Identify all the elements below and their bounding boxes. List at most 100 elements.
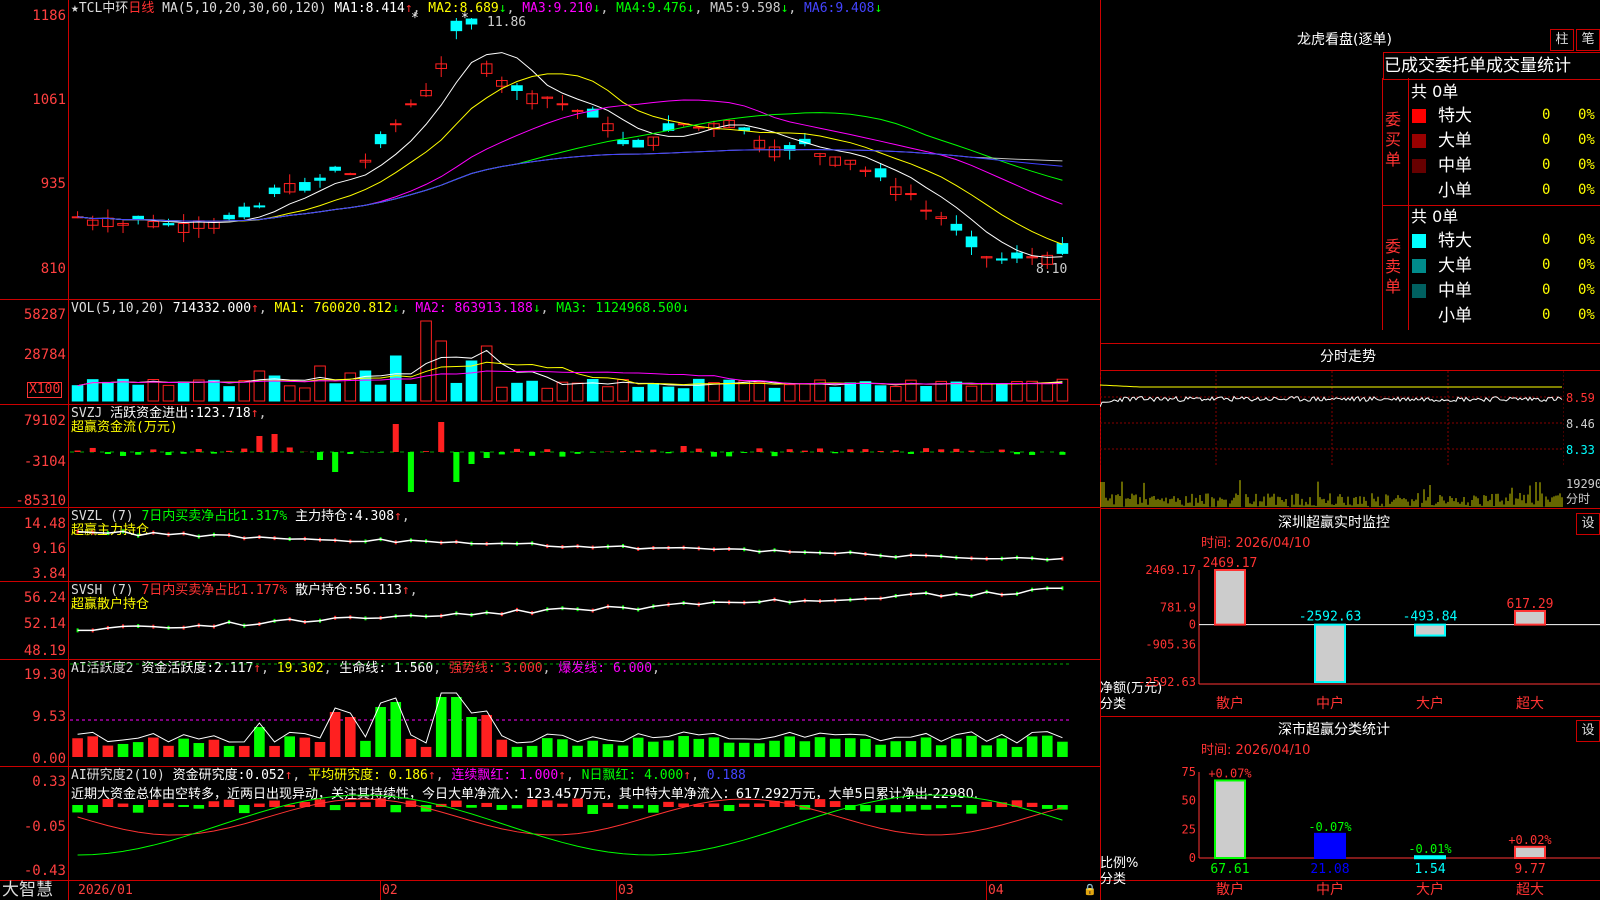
sell-row-name: 中单 bbox=[1438, 281, 1472, 301]
activity-bar bbox=[238, 745, 250, 757]
research-bar bbox=[663, 801, 674, 807]
flow-bar bbox=[498, 452, 505, 455]
monitor-bar-label: 2469.17 bbox=[1203, 556, 1258, 571]
flow-bar bbox=[726, 452, 733, 457]
flow-bar bbox=[559, 452, 566, 457]
vol-unit: X100 bbox=[27, 382, 63, 398]
ai2-tick-1: 0.33 bbox=[32, 774, 66, 790]
activity-bar bbox=[905, 741, 917, 757]
buy-row-name: 特大 bbox=[1438, 106, 1472, 126]
monitor-bar bbox=[1414, 623, 1446, 637]
research-bar bbox=[481, 802, 492, 807]
candle-body bbox=[965, 236, 978, 248]
flow-bar bbox=[241, 448, 248, 452]
flow-bar bbox=[104, 452, 111, 455]
brand-logo[interactable]: 大智慧 bbox=[2, 881, 53, 899]
flow-bar bbox=[710, 452, 717, 457]
flow-bar bbox=[832, 452, 839, 454]
research-bar bbox=[1026, 802, 1038, 807]
ma3-line bbox=[77, 99, 1063, 222]
class-settings-button[interactable]: 设 bbox=[1576, 720, 1600, 742]
lock-icon[interactable]: 🔒 bbox=[1083, 883, 1097, 896]
activity-bar bbox=[860, 738, 871, 757]
ma1-line bbox=[77, 52, 1063, 258]
research-bar bbox=[890, 805, 902, 813]
flow-bar bbox=[938, 449, 945, 452]
monitor-settings-button[interactable]: 设 bbox=[1576, 513, 1600, 535]
sell-row-count: 0 bbox=[1542, 307, 1551, 323]
volume-bar bbox=[662, 386, 675, 402]
volume-bar bbox=[859, 381, 872, 402]
flow-bar bbox=[968, 450, 975, 452]
monitor-bar-chart: 2469.17 781.9 0 -905.36 -2592.63 2469.17 散户 -25… bbox=[1138, 556, 1600, 712]
candle-body bbox=[571, 109, 584, 112]
candle-body bbox=[1056, 243, 1069, 254]
activity-bar bbox=[511, 746, 523, 757]
monitor-category: 大户 bbox=[1416, 695, 1444, 712]
class-bar bbox=[1414, 855, 1446, 860]
class-value-label: 1.54 bbox=[1414, 862, 1445, 877]
flow-bar bbox=[256, 436, 263, 452]
flow-bar bbox=[483, 452, 490, 458]
sell-row-pct: 0% bbox=[1578, 232, 1595, 248]
volume-bar bbox=[829, 386, 841, 402]
activity-bar bbox=[405, 738, 417, 757]
ma5-value: 9.598 bbox=[741, 1, 781, 16]
flow-bar bbox=[620, 451, 627, 452]
buy-row-count: 0 bbox=[1542, 132, 1551, 148]
flow-bar bbox=[953, 448, 960, 452]
date-label-1: 2026/01 bbox=[78, 883, 133, 898]
class-delta-label: -0.07% bbox=[1308, 820, 1352, 834]
monitor-y-tick: 781.9 bbox=[1160, 600, 1196, 614]
activity-line bbox=[77, 692, 1063, 744]
class-bar bbox=[1514, 845, 1546, 859]
pen-mode-button[interactable]: 笔 bbox=[1576, 29, 1600, 51]
class-y-tick: 75 bbox=[1182, 765, 1196, 779]
candle-body bbox=[511, 85, 523, 91]
activity-bar bbox=[193, 743, 205, 757]
research-bar bbox=[935, 805, 947, 809]
flow-bar bbox=[1059, 452, 1066, 455]
activity-bar bbox=[602, 744, 614, 757]
buy-row-count: 0 bbox=[1542, 107, 1551, 123]
svzl-tick-1: 14.48 bbox=[23, 516, 66, 532]
activity-bar bbox=[784, 736, 795, 757]
activity-bar bbox=[890, 741, 902, 757]
flow-bar bbox=[1029, 452, 1036, 455]
activity-bar bbox=[738, 742, 750, 757]
buy-row-swatch bbox=[1412, 159, 1426, 173]
ma5-line bbox=[77, 149, 1063, 222]
volume-bar bbox=[420, 320, 432, 402]
research-bar bbox=[541, 800, 553, 807]
activity-bar bbox=[723, 742, 735, 757]
monitor-bar bbox=[1514, 609, 1546, 626]
period-label[interactable]: 日线 bbox=[128, 1, 154, 16]
volume-bar bbox=[299, 387, 311, 402]
research-bar bbox=[951, 805, 962, 808]
research-bar bbox=[178, 805, 189, 808]
candle-body bbox=[950, 223, 963, 231]
class-value-label: 9.77 bbox=[1514, 862, 1545, 877]
stats-tab[interactable]: 已成交委托单成交量统计 bbox=[1383, 52, 1600, 80]
class-category: 散户 bbox=[1216, 881, 1244, 898]
bar-mode-button[interactable]: 柱 bbox=[1550, 29, 1574, 51]
research-bar bbox=[754, 803, 765, 807]
ai2-tick-3: -0.43 bbox=[23, 863, 66, 879]
ma6-arrow: ↓ bbox=[874, 1, 883, 16]
volume-bar bbox=[511, 382, 523, 402]
activity-bar bbox=[284, 736, 295, 757]
svsh-tick-2: 52.14 bbox=[23, 616, 66, 632]
research-bar bbox=[390, 805, 402, 813]
intraday-chart[interactable] bbox=[1100, 371, 1564, 508]
research-bar bbox=[238, 805, 250, 814]
candlestick-chart[interactable] bbox=[70, 18, 1100, 298]
stock-title[interactable]: ★TCL中环 bbox=[71, 1, 128, 16]
flow-bar bbox=[695, 448, 702, 452]
ma6-line bbox=[77, 149, 1063, 222]
activity-bar bbox=[345, 717, 356, 757]
candle-body bbox=[253, 205, 266, 208]
flow-bar bbox=[210, 452, 217, 454]
flow-bar bbox=[741, 452, 748, 453]
volume-bar bbox=[102, 381, 114, 402]
volume-bar bbox=[329, 383, 341, 402]
